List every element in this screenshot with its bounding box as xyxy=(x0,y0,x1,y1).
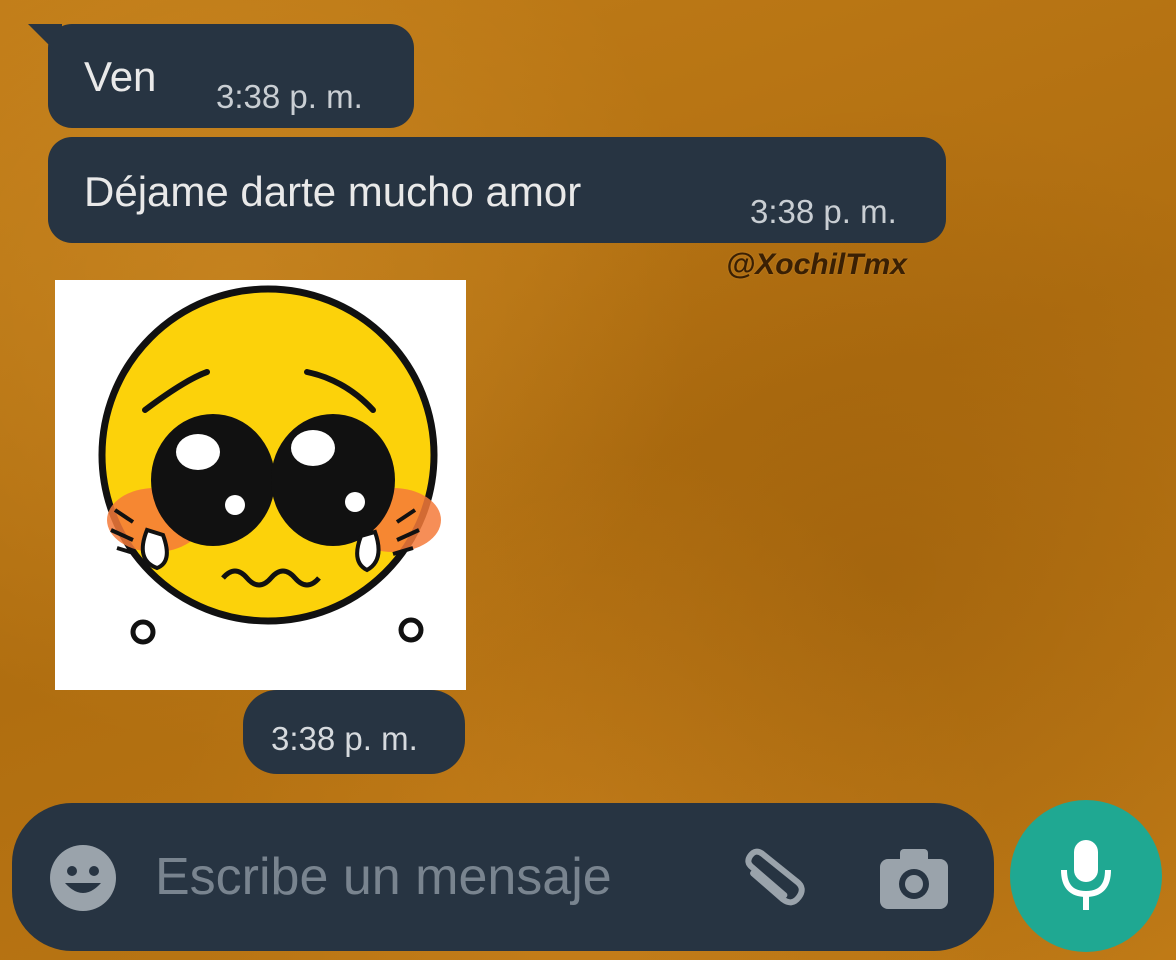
paperclip-icon[interactable] xyxy=(732,841,808,917)
message-bubble[interactable]: Ven 3:38 p. m. xyxy=(28,24,414,128)
microphone-button[interactable] xyxy=(1010,800,1162,952)
message-time: 3:38 p. m. xyxy=(750,193,897,230)
message-composer: Escribe un mensaje xyxy=(12,803,994,951)
sticker-time-chip: 3:38 p. m. xyxy=(243,690,465,774)
microphone-icon xyxy=(1061,840,1111,910)
bubble-tail xyxy=(28,24,62,58)
message-time: 3:38 p. m. xyxy=(271,720,418,757)
message-text: Déjame darte mucho amor xyxy=(84,168,582,215)
message-text: Ven xyxy=(84,53,157,100)
watermark: @XochilTmx xyxy=(726,248,907,281)
message-time: 3:38 p. m. xyxy=(216,78,363,115)
pleading-face-sticker[interactable] xyxy=(55,280,466,690)
message-input[interactable]: Escribe un mensaje xyxy=(155,851,612,903)
message-bubble[interactable]: Déjame darte mucho amor 3:38 p. m. xyxy=(48,137,946,243)
pleading-face-icon xyxy=(98,285,441,645)
emoji-icon[interactable] xyxy=(48,843,118,913)
camera-icon[interactable] xyxy=(874,839,954,919)
